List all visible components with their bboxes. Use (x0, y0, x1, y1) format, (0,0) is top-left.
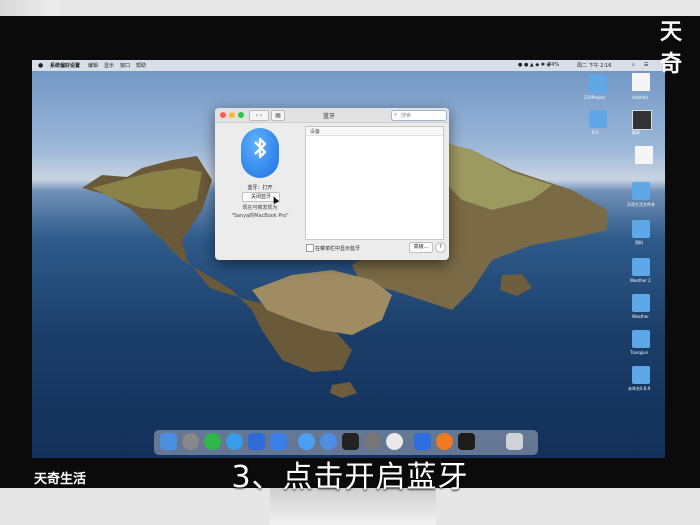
devices-list[interactable]: 设备 (305, 126, 444, 240)
menubar: ● 系统偏好设置 编辑 显示 窗口 帮助 ● ● ▲ ◆ ✱ ◉ 74% 周二 … (32, 60, 665, 71)
close-button[interactable] (220, 112, 226, 118)
desktop-icon-label: 天奇生活文件夹 (627, 202, 655, 207)
launchpad-icon[interactable] (182, 433, 199, 450)
desktop-icon-label: 220Project (584, 95, 606, 100)
folder-icon[interactable] (632, 182, 650, 200)
watermark-text: 天奇生活 (34, 472, 87, 487)
wechat-icon[interactable] (204, 433, 221, 450)
desktop-icon-label: Tianqijun (630, 350, 649, 355)
desktop-icon-label: Untitled (632, 95, 648, 100)
show-in-menubar-label: 在菜单栏中显示蓝牙 (315, 246, 361, 252)
menubar-item-help[interactable]: 帮助 (136, 62, 146, 69)
zip-archive-icon[interactable] (635, 146, 653, 164)
desktop-icon-label: 截屏 (632, 130, 640, 135)
folder-icon[interactable] (632, 258, 650, 276)
bluetooth-status: 蓝牙：打开 (247, 185, 273, 191)
search-field[interactable]: ⌕ 搜索 (391, 110, 447, 121)
app-icon[interactable] (270, 433, 287, 450)
minimize-button[interactable] (229, 112, 235, 118)
devices-header: 设备 (310, 129, 321, 135)
screenshot-icon[interactable] (632, 110, 652, 130)
grid-icon[interactable]: ▦ (271, 110, 285, 121)
device-name: "Sanya的MacBook Pro" (231, 213, 289, 219)
download-icon[interactable] (320, 433, 337, 450)
menubar-clock[interactable]: 周二 下午 2:16 (577, 62, 611, 69)
wps-icon[interactable] (414, 433, 431, 450)
window-title: 蓝牙 (323, 113, 336, 120)
pen-object (0, 0, 60, 16)
search-icon: ⌕ (394, 111, 398, 118)
menubar-item-window[interactable]: 窗口 (120, 62, 130, 69)
control-center-icon[interactable]: ☰ (644, 62, 648, 68)
mac-screen: ● 系统偏好设置 编辑 显示 窗口 帮助 ● ● ▲ ◆ ✱ ◉ 74% 周二 … (32, 60, 665, 458)
watermark-logo: 天奇生活 (34, 468, 86, 487)
xcode-icon[interactable] (248, 433, 265, 450)
firefox-icon[interactable] (436, 433, 453, 450)
spotlight-icon[interactable]: ⌕ (632, 62, 635, 68)
safari-icon[interactable] (226, 433, 243, 450)
apple-icon[interactable]: ● (38, 62, 43, 69)
folder-icon[interactable] (632, 366, 650, 384)
window-titlebar: ‹ › ▦ 蓝牙 ⌕ 搜索 (215, 108, 449, 123)
system-preferences-icon[interactable] (364, 433, 381, 450)
folder-icon[interactable] (589, 110, 607, 128)
show-in-menubar-checkbox[interactable] (306, 244, 314, 252)
status-icons[interactable]: ● ● ▲ ◆ ✱ ◉ (518, 62, 551, 68)
desk-background-top (0, 0, 700, 16)
menubar-item-edit[interactable]: 编辑 (88, 62, 98, 69)
bluetooth-icon (241, 128, 279, 178)
advanced-button[interactable]: 高级... (409, 242, 433, 253)
folder-icon[interactable] (589, 75, 607, 93)
app-store-icon[interactable] (298, 433, 315, 450)
help-button[interactable]: ? (435, 242, 446, 253)
battery-level[interactable]: 74% (548, 62, 559, 68)
folder-icon[interactable] (632, 330, 650, 348)
trash-icon[interactable] (506, 433, 523, 450)
menubar-item-view[interactable]: 显示 (104, 62, 114, 69)
finder-icon[interactable] (160, 433, 177, 450)
menubar-app-name[interactable]: 系统偏好设置 (50, 62, 80, 69)
desktop-icon-label: 资料 (635, 240, 643, 245)
zoom-button[interactable] (238, 112, 244, 118)
desktop-icon-label: 未命名0.8.9 (628, 386, 651, 391)
step-caption: 3、点击开启蓝牙 (231, 460, 469, 495)
qq-icon[interactable] (386, 433, 403, 450)
desktop-icon-label: Weather 2 (630, 278, 651, 283)
terminal-icon[interactable] (342, 433, 359, 450)
bluetooth-preferences-window: ‹ › ▦ 蓝牙 ⌕ 搜索 蓝牙：打开 关闭蓝牙 现在可被发现为 "Sanya的… (215, 108, 449, 260)
watermark-top: 天奇 (660, 20, 683, 77)
desktop-icon-label: 0.3 (592, 130, 599, 135)
desktop-icon-label: Weather (632, 314, 649, 319)
activity-monitor-icon[interactable] (458, 433, 475, 450)
document-icon[interactable] (632, 73, 650, 91)
folder-icon[interactable] (632, 294, 650, 312)
discoverable-label: 现在可被发现为 (242, 205, 278, 211)
search-placeholder: 搜索 (401, 113, 412, 119)
devices-header-bar: 设备 (306, 127, 443, 136)
folder-icon[interactable] (632, 220, 650, 238)
back-forward-icon[interactable]: ‹ › (249, 110, 269, 121)
